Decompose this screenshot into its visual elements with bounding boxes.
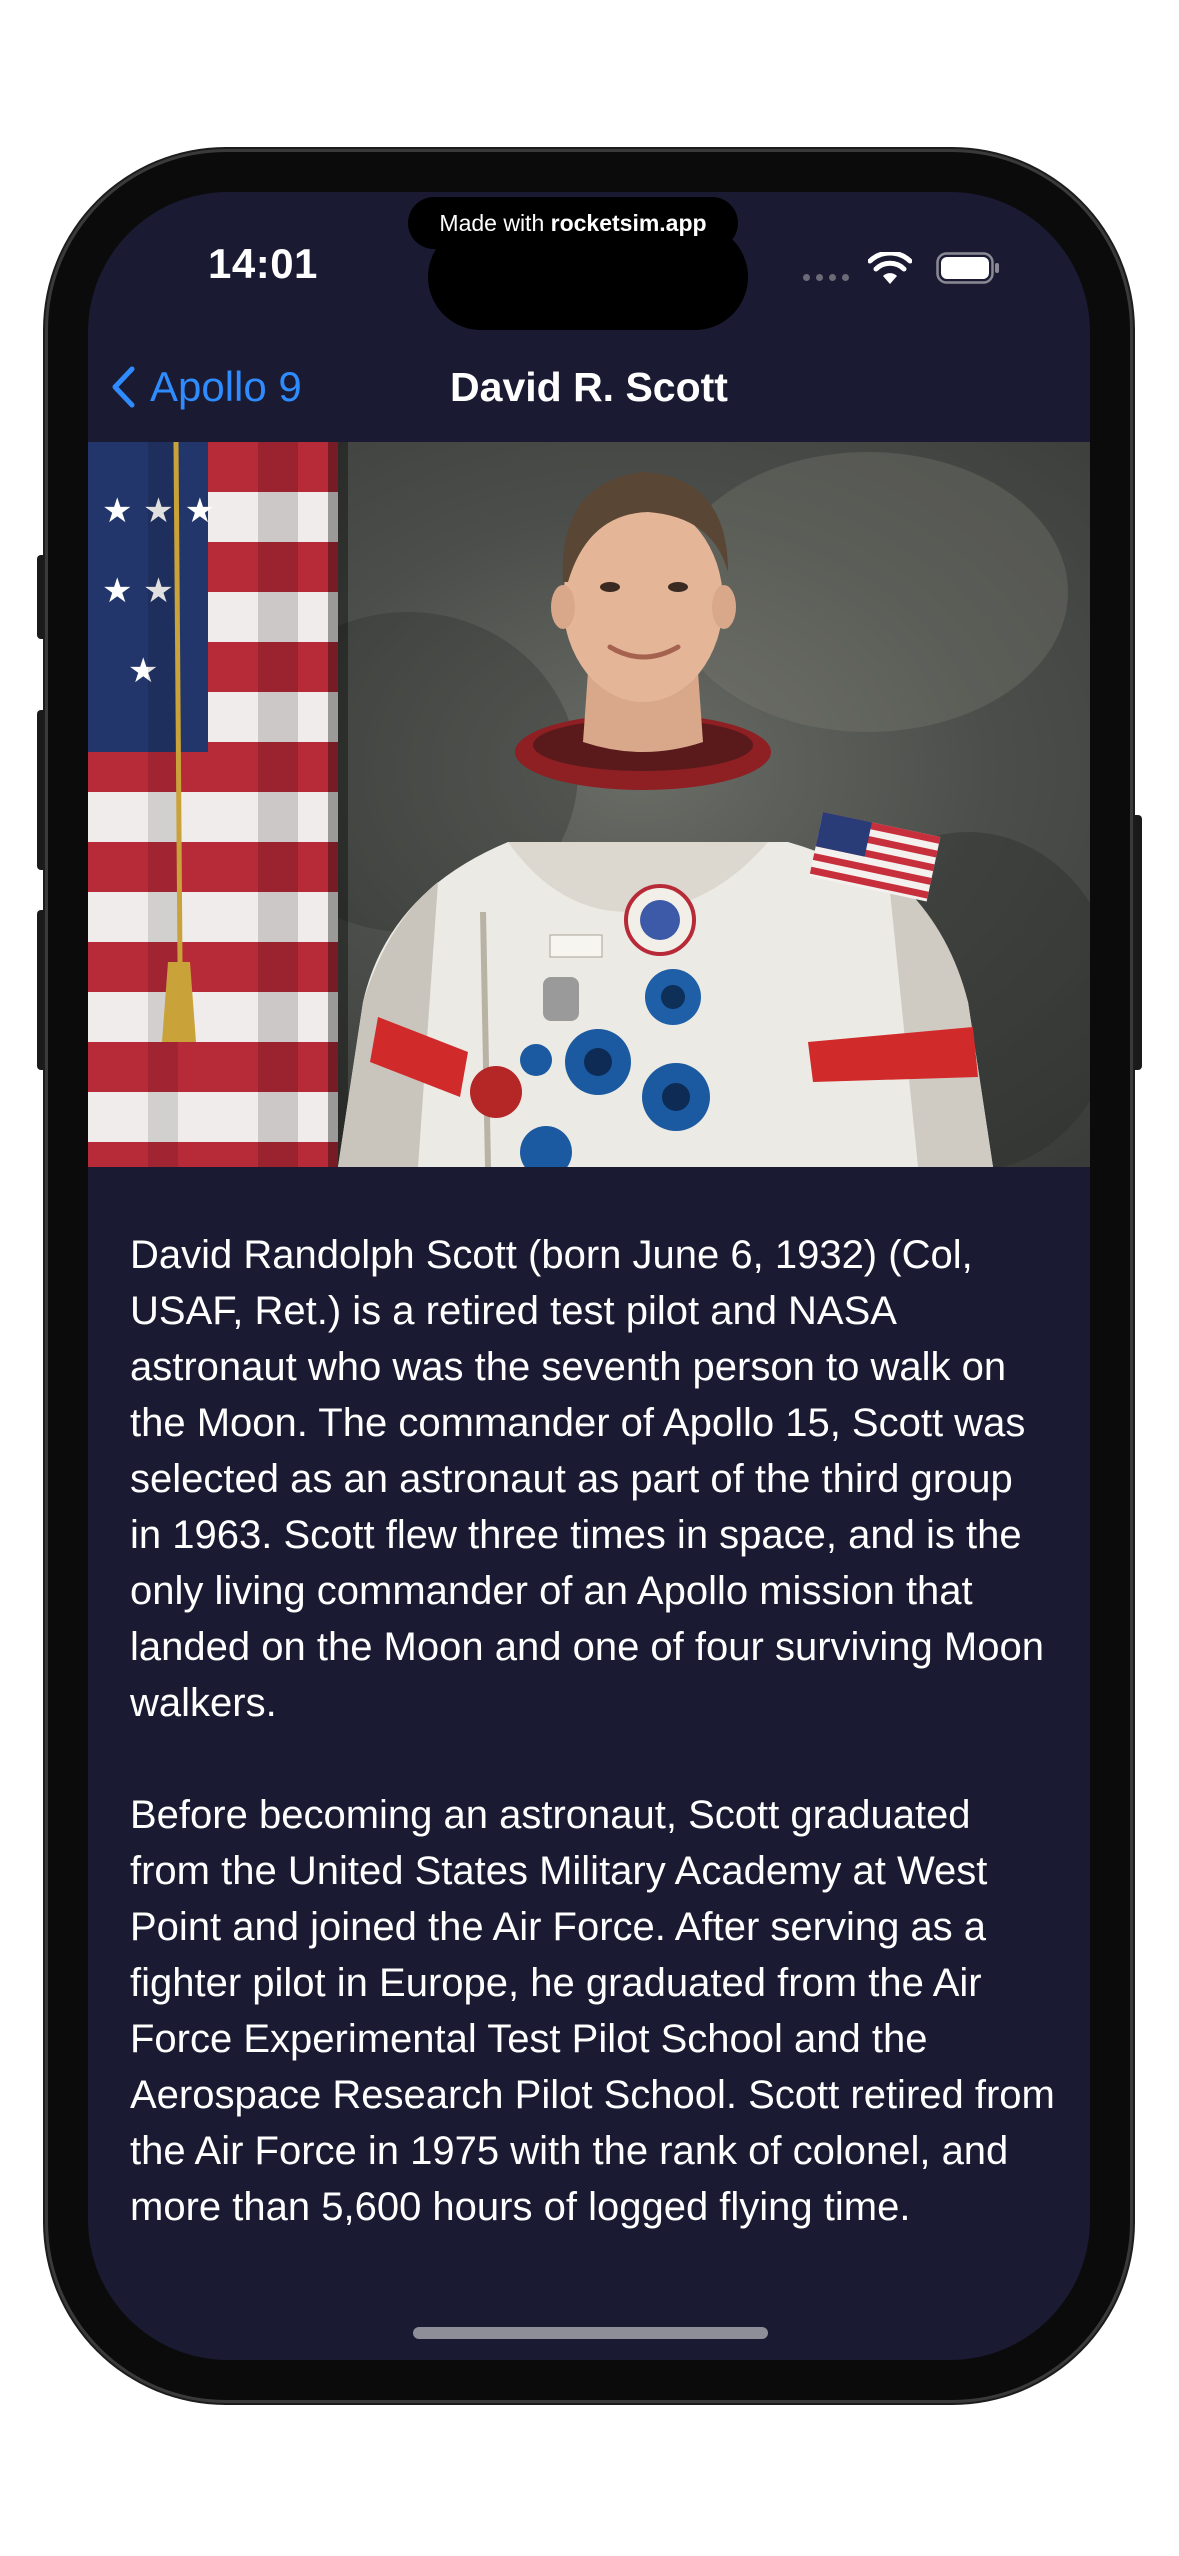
home-indicator[interactable] [413,2327,768,2339]
status-time: 14:01 [208,240,318,287]
bio-paragraph: Before becoming an astronaut, Scott grad… [130,1793,1055,2229]
flag-image: ★ ★ ★ ★ ★ ★ [88,442,348,1167]
made-with-badge: Made with rocketsim.app [408,197,738,249]
biography-text: David Randolph Scott (born June 6, 1932)… [130,1227,1055,2291]
page-title: David R. Scott [450,364,728,410]
power-button [1130,815,1142,1070]
made-with-prefix: Made with [439,210,551,236]
made-with-brand: rocketsim.app [550,210,707,236]
wifi-icon [868,252,912,284]
cellular-dots-icon [803,274,849,281]
phone-frame: 14:01 Made with rocketsim.app Apollo 9 D… [48,152,1130,2400]
astronaut-photo: ★ ★ ★ ★ ★ ★ [88,442,1090,1167]
bio-paragraph: David Randolph Scott (born June 6, 1932)… [130,1233,1044,1725]
screen: 14:01 Made with rocketsim.app Apollo 9 D… [88,192,1090,2360]
battery-icon [936,252,999,284]
